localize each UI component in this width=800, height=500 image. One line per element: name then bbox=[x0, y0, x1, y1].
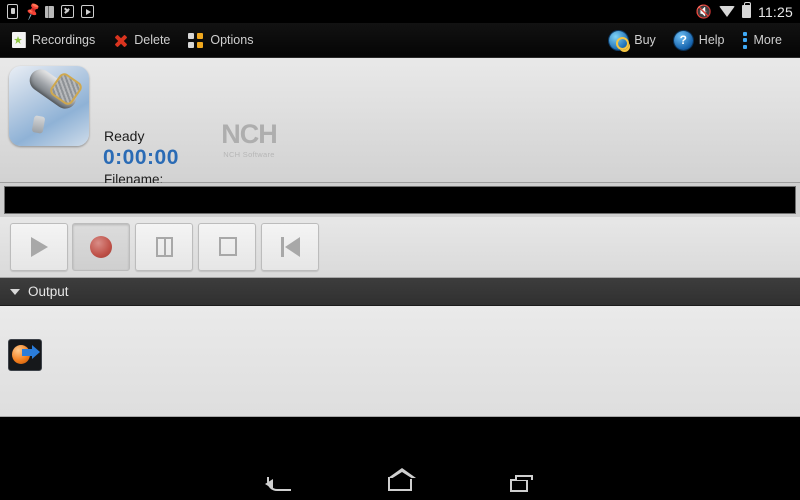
output-section-body: Format: Wav Save to Folder: /storage/emu… bbox=[0, 306, 800, 417]
recents-button[interactable] bbox=[490, 471, 550, 497]
status-system-icons: 🔇 11:25 bbox=[695, 2, 793, 20]
home-icon bbox=[388, 468, 416, 491]
buy-label: Buy bbox=[634, 33, 656, 47]
back-arrow-icon bbox=[265, 477, 291, 491]
back-button[interactable] bbox=[250, 471, 310, 497]
delete-button[interactable]: Delete bbox=[107, 23, 182, 58]
android-status-bar: 📌 🔇 11:25 bbox=[0, 0, 800, 23]
nch-logo-word: NCH bbox=[221, 119, 278, 149]
options-button[interactable]: Options bbox=[182, 23, 265, 58]
output-section-title: Output bbox=[28, 284, 69, 299]
chevron-down-icon bbox=[10, 288, 20, 295]
stop-icon bbox=[219, 237, 237, 256]
record-button[interactable] bbox=[72, 223, 130, 271]
sim-card-icon bbox=[7, 4, 18, 19]
options-icon bbox=[188, 32, 204, 48]
help-label: Help bbox=[698, 33, 725, 47]
delete-label: Delete bbox=[134, 33, 171, 47]
waveform-display bbox=[4, 186, 796, 214]
recordings-icon bbox=[12, 32, 26, 48]
more-button[interactable]: More bbox=[737, 23, 794, 58]
nch-software-logo: NCH NCH Software bbox=[216, 119, 282, 160]
play-icon bbox=[31, 237, 48, 257]
delete-icon bbox=[113, 33, 128, 48]
pause-icon bbox=[156, 237, 173, 257]
transport-controls bbox=[0, 217, 800, 278]
mute-icon: 🔇 bbox=[695, 3, 712, 19]
battery-icon bbox=[742, 2, 751, 18]
play-button[interactable] bbox=[10, 223, 68, 271]
recording-timer: 0:00:00 bbox=[103, 146, 179, 169]
question-mark-icon: ? bbox=[673, 30, 693, 50]
rewind-button[interactable] bbox=[261, 223, 319, 271]
wifi-icon bbox=[719, 6, 735, 17]
recents-icon bbox=[510, 475, 533, 492]
pause-button[interactable] bbox=[135, 223, 193, 271]
output-section-header[interactable]: Output bbox=[0, 278, 800, 306]
ad-banner-bar: Game of War - Fire Age FREE ★★★★★ 132152… bbox=[0, 417, 800, 467]
pin-icon: 📌 bbox=[22, 0, 43, 21]
record-icon bbox=[90, 236, 112, 258]
recorder-info-panel: Ready 0:00:00 Filename: 44100Hz Stereo W… bbox=[0, 58, 800, 235]
more-label: More bbox=[753, 33, 782, 47]
book-icon bbox=[45, 5, 54, 18]
android-nav-bar bbox=[0, 467, 800, 500]
buy-button[interactable]: Buy bbox=[603, 23, 668, 58]
checkbox-icon bbox=[61, 5, 74, 18]
export-icon bbox=[8, 339, 42, 371]
help-button[interactable]: ? Help bbox=[668, 23, 737, 58]
play-box-icon bbox=[81, 5, 94, 18]
microphone-icon bbox=[9, 66, 89, 146]
recordings-label: Recordings bbox=[32, 33, 96, 47]
recordpad-app-screen: 📌 🔇 11:25 Recordings Delete Options Buy … bbox=[0, 0, 800, 500]
home-button[interactable] bbox=[370, 468, 430, 497]
recordings-button[interactable]: Recordings bbox=[6, 23, 107, 58]
overflow-dots-icon bbox=[742, 31, 748, 49]
recorder-status-text: Ready bbox=[104, 128, 145, 144]
globe-search-icon bbox=[609, 30, 630, 50]
options-label: Options bbox=[210, 33, 254, 47]
app-action-bar: Recordings Delete Options Buy ? Help Mor… bbox=[0, 23, 800, 58]
stop-button[interactable] bbox=[198, 223, 256, 271]
nch-logo-subtitle: NCH Software bbox=[223, 150, 275, 159]
status-notification-icons: 📌 bbox=[7, 0, 94, 21]
status-clock: 11:25 bbox=[758, 3, 793, 20]
rewind-icon bbox=[281, 237, 301, 257]
